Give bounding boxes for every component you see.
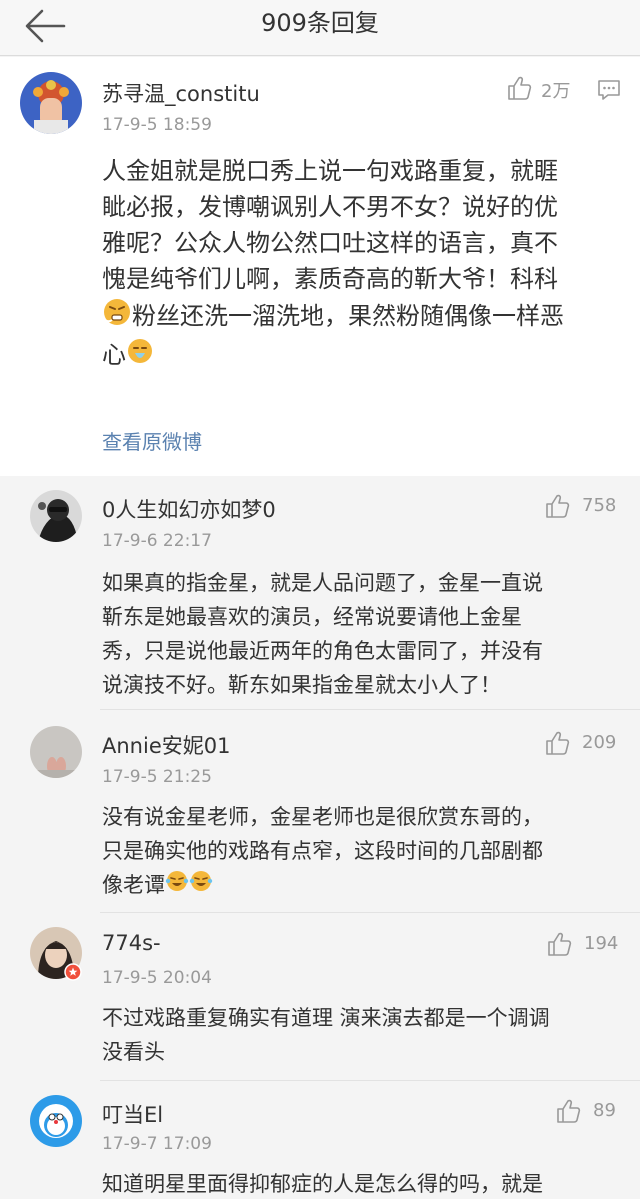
nav-header: 909条回复 [0, 0, 640, 56]
text-line: 人金姐就是脱口秀上说一句戏路重复，就睚 [102, 157, 558, 185]
text-line: 没有说金星老师，金星老师也是很欣赏东哥的， [102, 805, 543, 829]
username[interactable]: 0人生如幻亦如梦0 [102, 494, 276, 524]
like-button[interactable]: 194 [546, 931, 640, 961]
text-line: 说演技不好。靳东如果指金星就太小人了！ [102, 673, 501, 697]
original-post: 苏寻温_constitu 17-9-5 18:59 2万 人金姐就是脱口秀上说一… [0, 57, 640, 476]
thumbs-up-icon [557, 1099, 581, 1123]
comment-content: 知道明星里面得抑郁症的人是怎么得的吗，就是 [102, 1167, 632, 1199]
comment-content: 如果真的指金星，就是人品问题了，金星一直说 靳东是她最喜欢的演员，经常说要请他上… [102, 566, 632, 702]
thumbs-up-icon [546, 494, 570, 518]
page-title: 909条回复 [261, 9, 379, 37]
verified-badge-icon [64, 963, 82, 981]
timestamp: 17-9-5 21:25 [102, 767, 212, 787]
timestamp: 17-9-6 22:17 [102, 531, 212, 551]
like-count: 194 [584, 933, 619, 954]
laughing-tears-emoji-icon [189, 869, 213, 903]
text-line: 像老谭 [102, 873, 165, 897]
vomit-face-emoji-icon [126, 337, 154, 375]
text-line: 知道明星里面得抑郁症的人是怎么得的吗，就是 [102, 1172, 543, 1196]
text-line: 雅呢？公众人物公然口吐这样的语言，真不 [102, 229, 558, 257]
avatar[interactable] [30, 1095, 82, 1147]
text-line: 不过戏路重复确实有道理 演来演去都是一个调调 [102, 1006, 550, 1030]
text-line: 心 [102, 341, 126, 369]
like-count: 758 [582, 495, 617, 516]
text-line-emoji: 心 [102, 337, 632, 375]
username[interactable]: 苏寻温_constitu [102, 78, 260, 108]
timestamp: 17-9-5 20:04 [102, 968, 212, 988]
thumbs-up-icon [508, 76, 532, 100]
text-line: 靳东是她最喜欢的演员，经常说要请他上金星 [102, 605, 522, 629]
view-original-link[interactable]: 查看原微博 [102, 426, 202, 455]
text-line: 愧是纯爷们儿啊，素质奇高的靳大爷！科科 [102, 265, 558, 293]
username[interactable]: 774s- [102, 931, 161, 955]
text-line: 秀，只是说他最近两年的角色太雷同了，并没有 [102, 639, 543, 663]
comment-content: 没有说金星老师，金星老师也是很欣赏东哥的， 只是确实他的戏路有点窄，这段时间的几… [102, 800, 632, 903]
text-line-emoji: 像老谭 [102, 868, 632, 903]
username[interactable]: Annie安妮01 [102, 730, 230, 760]
comment-item: 774s- 17-9-5 20:04 194 不过戏路重复确实有道理 演来演去都… [0, 913, 640, 1081]
like-count: 89 [593, 1100, 616, 1121]
like-button[interactable]: 89 [555, 1098, 640, 1128]
like-count: 209 [582, 732, 617, 753]
comment-icon[interactable] [596, 77, 622, 107]
avatar[interactable] [20, 72, 82, 134]
comment-item: Annie安妮01 17-9-5 21:25 209 没有说金星老师，金星老师也… [0, 710, 640, 913]
comment-item: 0人生如幻亦如梦0 17-9-6 22:17 758 如果真的指金星，就是人品问… [0, 476, 640, 710]
like-button[interactable]: 758 [544, 493, 640, 523]
timestamp: 17-9-7 17:09 [102, 1134, 212, 1154]
timestamp: 17-9-5 18:59 [102, 115, 212, 135]
comment-item: 叮当El 17-9-7 17:09 89 知道明星里面得抑郁症的人是怎么得的吗，… [0, 1081, 640, 1199]
post-content: 人金姐就是脱口秀上说一句戏路重复，就睚 眦必报，发博嘲讽别人不男不女？说好的优 … [102, 153, 632, 375]
laughing-tears-emoji-icon [165, 869, 189, 903]
text-line: 粉丝还洗一溜洗地，果然粉随偶像一样恶 [132, 302, 564, 330]
comment-content: 不过戏路重复确实有道理 演来演去都是一个调调 没看头 [102, 1001, 632, 1069]
angry-face-emoji-icon [102, 297, 132, 337]
text-line: 如果真的指金星，就是人品问题了，金星一直说 [102, 571, 543, 595]
username[interactable]: 叮当El [102, 1099, 163, 1129]
avatar[interactable] [30, 490, 82, 542]
text-line-emoji: 粉丝还洗一溜洗地，果然粉随偶像一样恶 [102, 297, 632, 337]
like-button[interactable]: 209 [544, 730, 640, 760]
avatar[interactable] [30, 726, 82, 778]
text-line: 没看头 [102, 1040, 165, 1064]
like-button[interactable]: 2万 [506, 75, 576, 105]
thumbs-up-icon [546, 731, 570, 755]
thumbs-up-icon [548, 932, 572, 956]
like-count: 2万 [541, 81, 571, 102]
text-line: 眦必报，发博嘲讽别人不男不女？说好的优 [102, 193, 558, 221]
text-line: 只是确实他的戏路有点窄，这段时间的几部剧都 [102, 839, 543, 863]
